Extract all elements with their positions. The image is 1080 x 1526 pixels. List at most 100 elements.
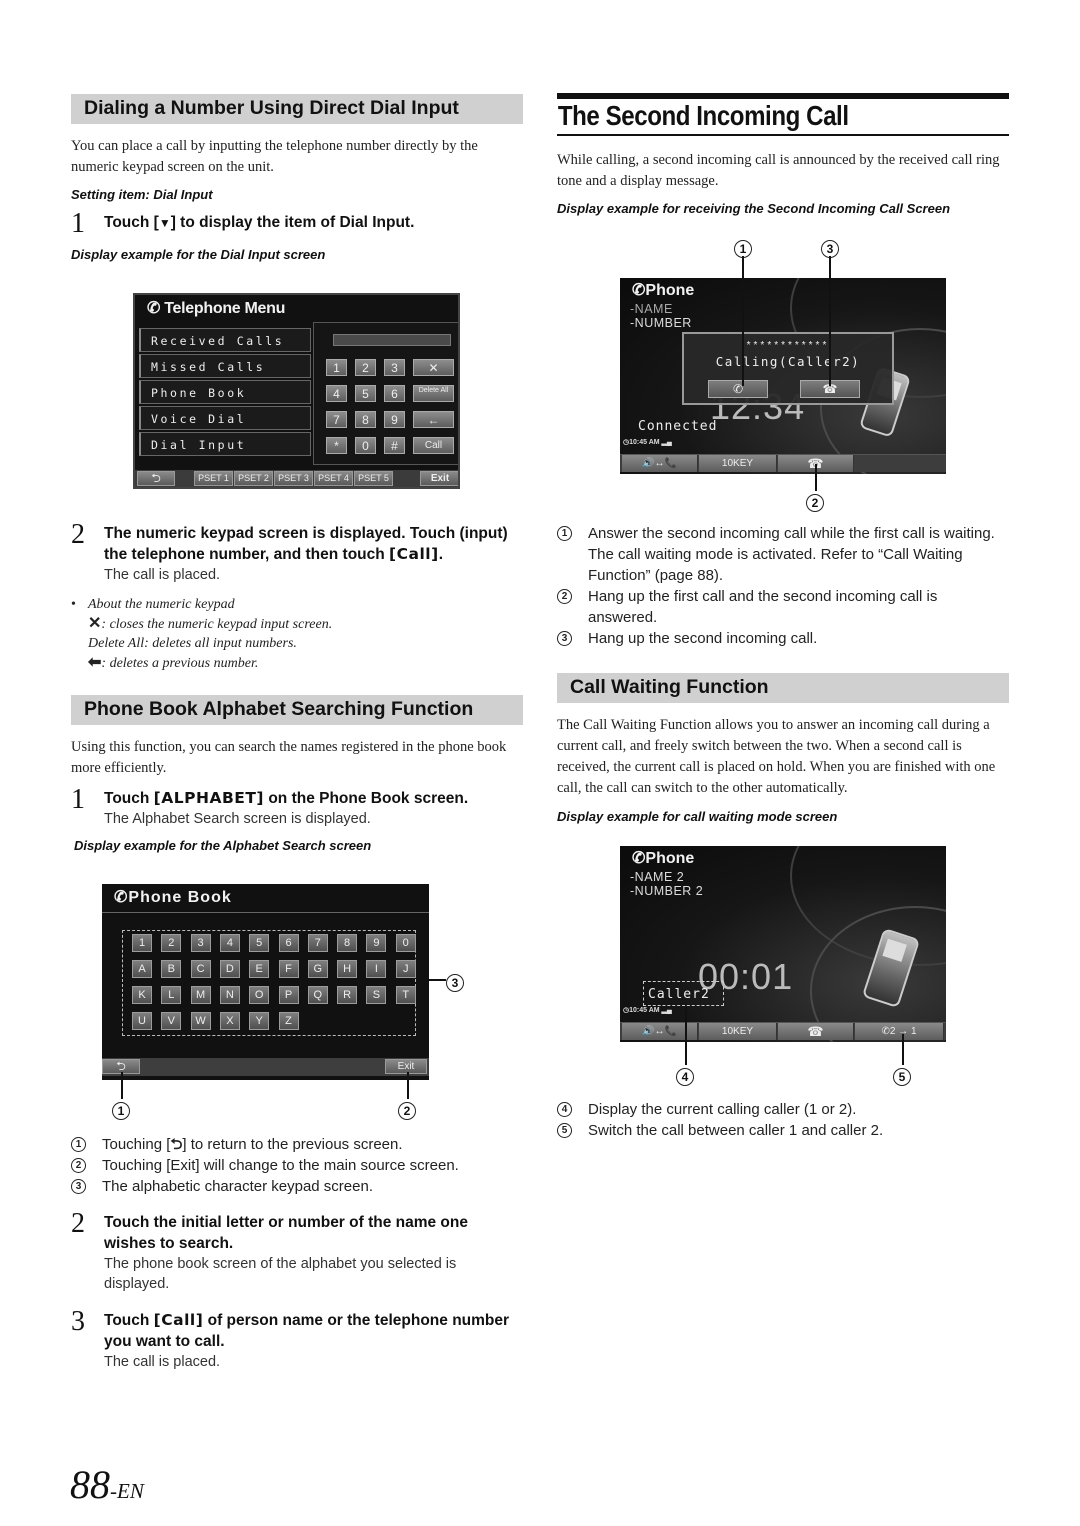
alphabet-key-v[interactable]: V <box>161 1012 182 1030</box>
switch-caller-button[interactable]: ✆2 → 1 <box>855 1023 944 1040</box>
back-button[interactable]: ⮌ <box>137 471 175 486</box>
preset-4-button[interactable]: PSET 4 <box>314 471 353 486</box>
key-6[interactable]: 6 <box>384 385 405 402</box>
delete-all-note: Delete All: deletes all input numbers. <box>88 636 297 651</box>
keypad-notes: • About the numeric keypad ✕: closes the … <box>71 595 523 673</box>
hang-up-button[interactable]: ☎ <box>778 1023 854 1040</box>
menu-item-phone-book[interactable]: Phone Book <box>139 380 311 404</box>
alphabet-key-t[interactable]: T <box>395 986 416 1004</box>
preset-2-button[interactable]: PSET 2 <box>234 471 273 486</box>
page-number: 88-EN <box>70 1462 144 1507</box>
alphabet-key-m[interactable]: M <box>190 986 211 1004</box>
preset-1-button[interactable]: PSET 1 <box>194 471 233 486</box>
menu-item-dial-input[interactable]: Dial Input <box>139 432 311 456</box>
heading-rule-bottom <box>557 134 1009 136</box>
alphabet-key-j[interactable]: J <box>395 960 416 978</box>
bottom-bar: 🔊↔📞 10KEY ☎ ✆2 → 1 <box>620 1022 946 1040</box>
bottom-bar: 🔊↔📞 10KEY ☎ <box>620 454 946 472</box>
alphabet-key-4[interactable]: 4 <box>219 934 240 952</box>
dial-step-2: 2 The numeric keypad screen is displayed… <box>71 521 523 585</box>
call-waiting-caption: Display example for call waiting mode sc… <box>557 809 838 824</box>
alphabet-key-l[interactable]: L <box>161 986 182 1004</box>
alphabet-key-u[interactable]: U <box>132 1012 152 1030</box>
callout-marker-5: 5 <box>893 1068 911 1086</box>
alphabet-key-7[interactable]: 7 <box>307 934 328 952</box>
key-2[interactable]: 2 <box>355 359 376 376</box>
10key-button[interactable]: 10KEY <box>699 1023 777 1040</box>
audio-transfer-button[interactable]: 🔊↔📞 <box>622 1023 698 1040</box>
alphabet-key-6[interactable]: 6 <box>278 934 299 952</box>
alphabet-key-w[interactable]: W <box>190 1012 211 1030</box>
alphabet-key-k[interactable]: K <box>132 986 152 1004</box>
alphabet-key-x[interactable]: X <box>219 1012 240 1030</box>
exit-button[interactable]: Exit <box>420 471 458 486</box>
alphabet-key-2[interactable]: 2 <box>161 934 182 952</box>
audio-transfer-button[interactable]: 🔊↔📞 <box>622 455 698 472</box>
alphabet-key-g[interactable]: G <box>307 960 328 978</box>
alphabet-key-1[interactable]: 1 <box>132 934 152 952</box>
key-4[interactable]: 4 <box>326 385 347 402</box>
key-3[interactable]: 3 <box>384 359 405 376</box>
alphabet-key-q[interactable]: Q <box>307 986 328 1004</box>
preset-5-button[interactable]: PSET 5 <box>354 471 393 486</box>
caller-number: -NUMBER <box>630 316 692 330</box>
callout-marker-3: 3 <box>446 974 464 992</box>
menu-item-missed-calls[interactable]: Missed Calls <box>139 354 311 378</box>
alphabet-key-p[interactable]: P <box>278 986 299 1004</box>
callout-marker-2: 2 <box>806 494 824 512</box>
screen-title: ✆Phone Book <box>114 889 232 906</box>
preset-3-button[interactable]: PSET 3 <box>274 471 313 486</box>
alphabet-key-8[interactable]: 8 <box>337 934 358 952</box>
alphabet-key-r[interactable]: R <box>337 986 358 1004</box>
key-1[interactable]: 1 <box>326 359 347 376</box>
phone-icon: ✆ <box>114 889 129 906</box>
phone-icon: ✆ <box>147 300 165 317</box>
call-button[interactable]: Call <box>413 437 454 454</box>
alphabet-key-i[interactable]: I <box>366 960 387 978</box>
alphabet-key-b[interactable]: B <box>161 960 182 978</box>
key-9[interactable]: 9 <box>384 411 405 428</box>
callout-marker-1: 1 <box>112 1102 130 1120</box>
delete-all-button[interactable]: Delete All <box>413 385 454 402</box>
alpha-intro: Using this function, you can search the … <box>71 739 507 776</box>
menu-item-voice-dial[interactable]: Voice Dial <box>139 406 311 430</box>
alphabet-key-s[interactable]: S <box>366 986 387 1004</box>
backspace-button[interactable]: ← <box>413 411 454 428</box>
phone-icon: ✆ <box>632 850 646 867</box>
alphabet-key-9[interactable]: 9 <box>366 934 387 952</box>
bottom-bar: ⮌ Exit <box>102 1058 429 1076</box>
alphabet-key-h[interactable]: H <box>337 960 358 978</box>
alphabet-key-a[interactable]: A <box>132 960 152 978</box>
alphabet-key-o[interactable]: O <box>249 986 270 1004</box>
alphabet-key-d[interactable]: D <box>219 960 240 978</box>
key-0[interactable]: 0 <box>355 437 376 454</box>
close-keypad-button[interactable]: ✕ <box>413 359 454 376</box>
divider <box>102 912 429 913</box>
exit-button[interactable]: Exit <box>385 1059 427 1074</box>
dial-intro: You can place a call by inputting the te… <box>71 138 478 175</box>
menu-item-received-calls[interactable]: Received Calls <box>139 328 311 352</box>
alphabet-key-f[interactable]: F <box>278 960 299 978</box>
alphabet-key-c[interactable]: C <box>190 960 211 978</box>
alphabet-key-y[interactable]: Y <box>249 1012 270 1030</box>
key-7[interactable]: 7 <box>326 411 347 428</box>
calling-message: Calling(Caller2) <box>715 354 861 369</box>
key-star[interactable]: * <box>326 437 347 454</box>
key-5[interactable]: 5 <box>355 385 376 402</box>
alphabet-key-0[interactable]: 0 <box>395 934 416 952</box>
alphabet-key-n[interactable]: N <box>219 986 240 1004</box>
alphabet-key-ref: [ALPHABET] <box>153 789 265 807</box>
answer-call-button[interactable]: ✆ <box>708 380 768 398</box>
number-display-field[interactable] <box>333 334 451 346</box>
key-hash[interactable]: # <box>384 437 405 454</box>
section-heading-call-waiting: Call Waiting Function <box>557 673 1009 703</box>
10key-button[interactable]: 10KEY <box>699 455 777 472</box>
alphabet-key-e[interactable]: E <box>249 960 270 978</box>
key-8[interactable]: 8 <box>355 411 376 428</box>
alphabet-key-z[interactable]: Z <box>278 1012 299 1030</box>
alphabet-key-3[interactable]: 3 <box>190 934 211 952</box>
phone-hangup-icon: ☎ <box>807 1024 824 1039</box>
current-caller-label: Caller2 <box>648 987 710 1002</box>
second-call-intro: While calling, a second incoming call is… <box>557 152 1000 189</box>
alphabet-key-5[interactable]: 5 <box>249 934 270 952</box>
